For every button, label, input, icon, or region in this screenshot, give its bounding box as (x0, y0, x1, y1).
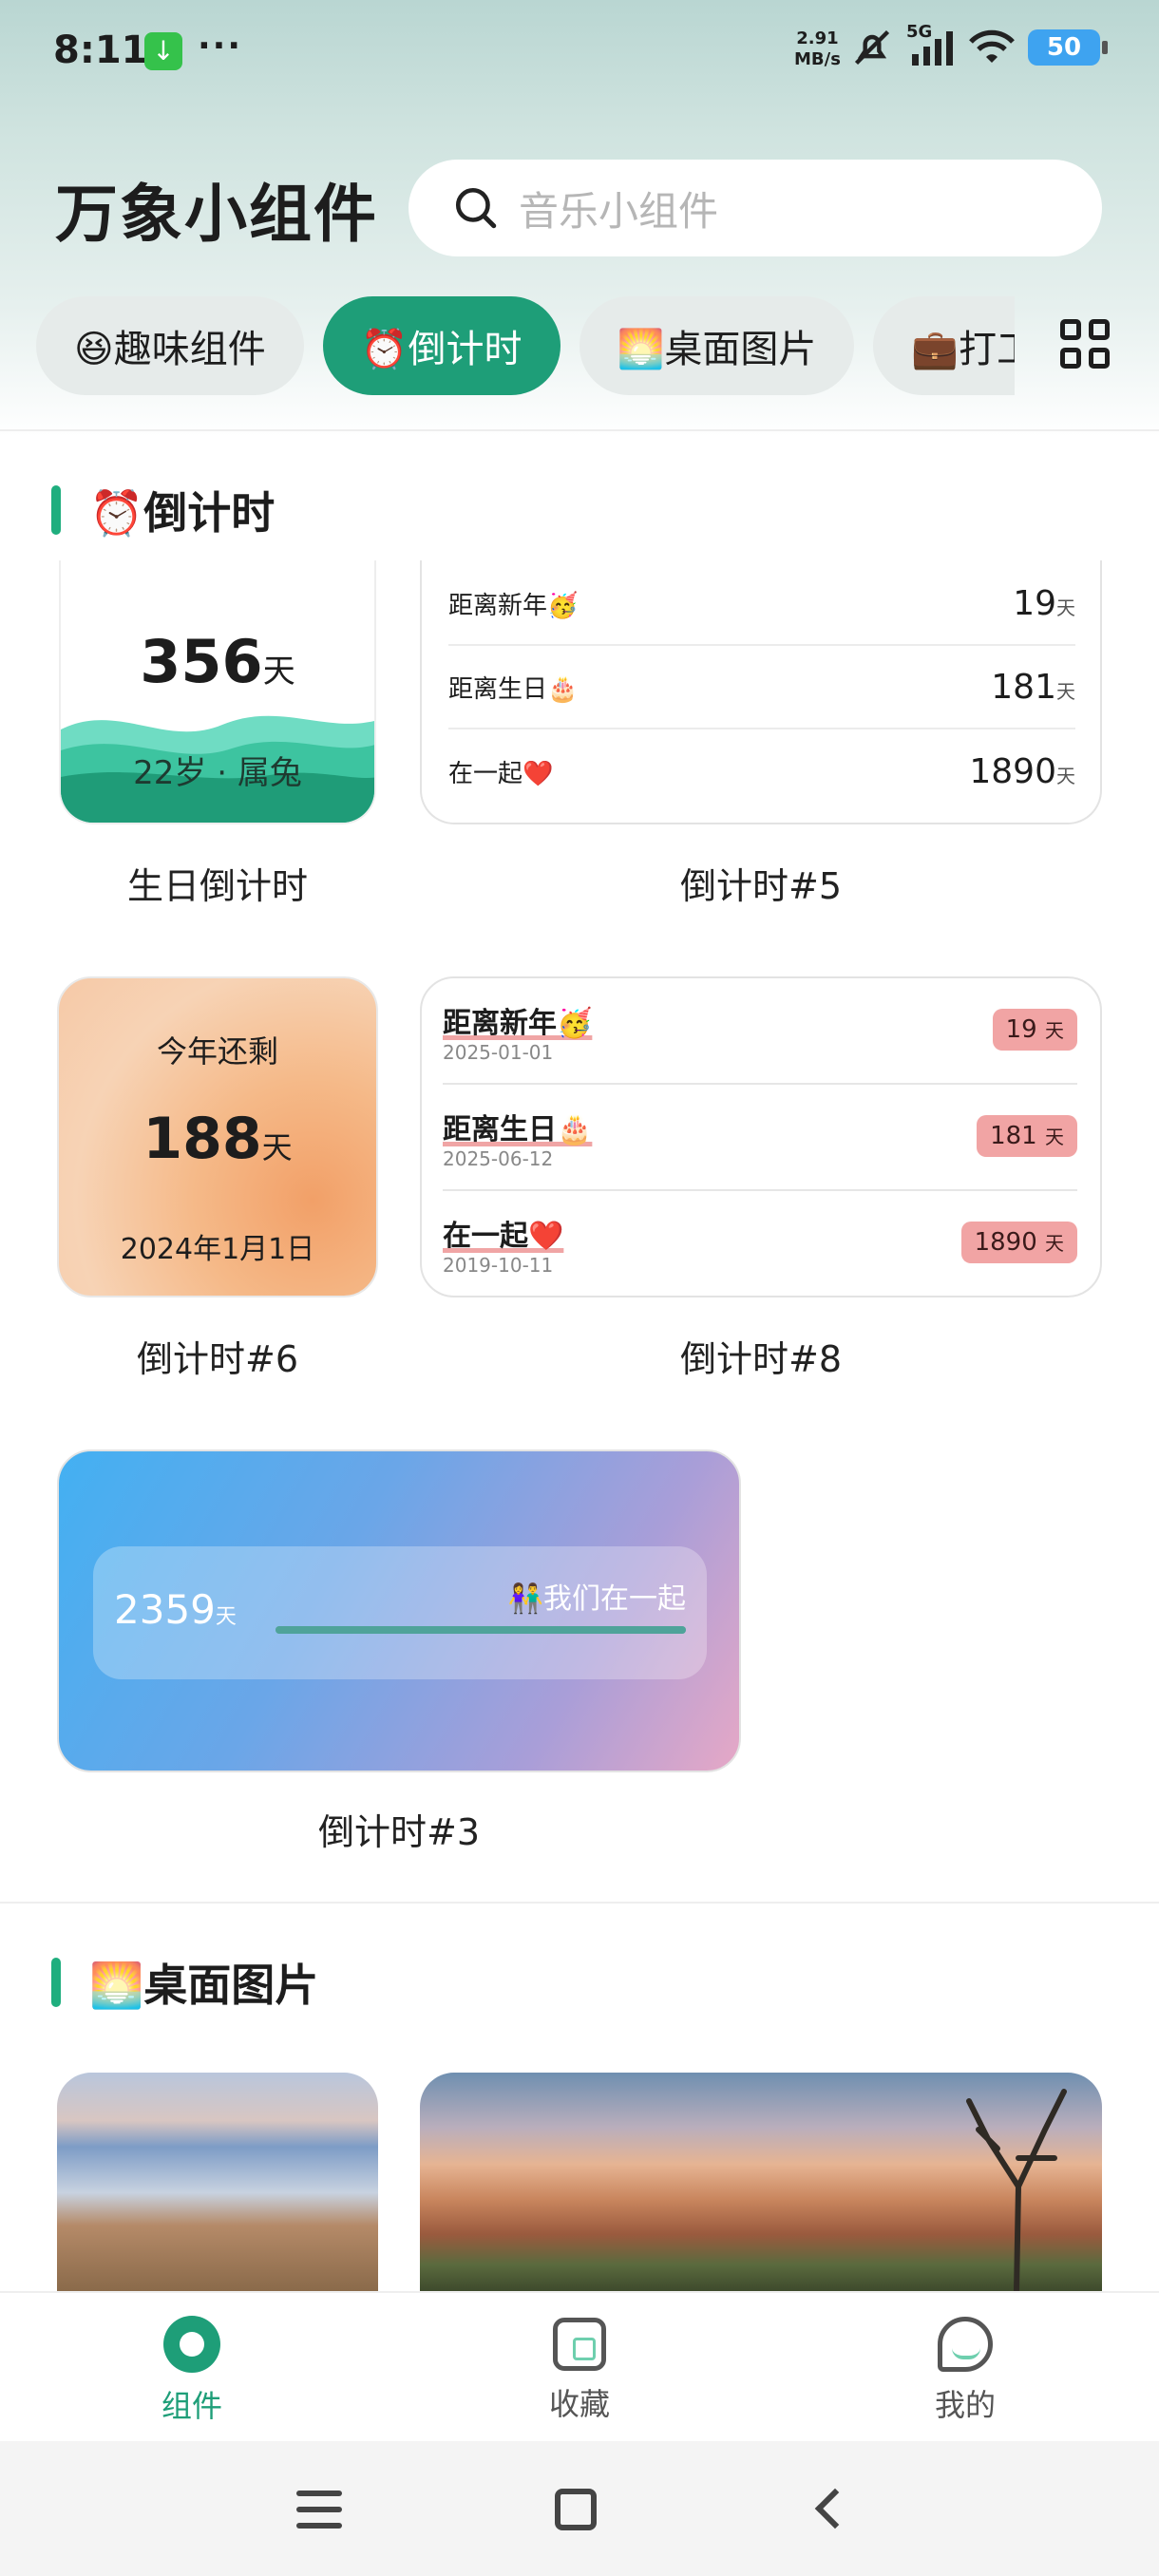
list-item: 在一起❤️ 2019-10-11 1890 天 (443, 1191, 1077, 1296)
tab-desktop-images[interactable]: 🌅桌面图片 (579, 296, 855, 395)
countdown-widget-8[interactable]: 距离新年🥳 2025-01-01 19 天 距离生日🎂 2025-06-12 1… (420, 976, 1102, 1297)
countdown-widget-3[interactable]: 2359天 👫我们在一起 (57, 1449, 741, 1772)
days-badge: 19 天 (992, 1009, 1077, 1051)
all-categories-grid-icon[interactable] (1060, 319, 1110, 369)
birthday-countdown-widget[interactable]: 356天 22岁 · 属兔 (59, 560, 376, 824)
together-label: 👫我们在一起 (507, 1582, 686, 1616)
bottom-navigation: 组件 收藏 我的 (0, 2291, 1159, 2441)
search-bar[interactable]: 音乐小组件 (408, 160, 1102, 256)
status-icons: 5G 50 (851, 22, 1108, 68)
list-item: 距离新年🥳 2025-01-01 19 天 (443, 978, 1077, 1085)
network-speed: 2.91 MB/s (794, 28, 841, 69)
countdown-widget-5[interactable]: 距离新年🥳 19天 距离生日🎂 181天 在一起❤️ 1890天 (420, 560, 1102, 824)
home-icon[interactable] (555, 2489, 597, 2530)
nav-item-profile[interactable]: 我的 (870, 2316, 1060, 2425)
wallpaper-thumbnail-mountain-clouds[interactable] (57, 2073, 378, 2291)
battery-icon: 50 (1028, 29, 1108, 66)
wallpaper-thumbnail-desert-canyon[interactable] (420, 2073, 1102, 2291)
together-days: 2359天 (114, 1586, 237, 1633)
progress-fill (276, 1626, 686, 1634)
countdown-widget-6[interactable]: 今年还剩 188天 2024年1月1日 (57, 976, 378, 1297)
dead-tree-silhouette (966, 2089, 1067, 2291)
widget-caption: 生日倒计时 (126, 865, 308, 907)
app-title: 万象小组件 (55, 178, 378, 251)
system-navigation-bar (0, 2441, 1159, 2576)
birthday-days: 356天 (140, 627, 295, 696)
back-icon[interactable] (814, 2488, 856, 2529)
search-icon (455, 187, 497, 229)
favorites-icon (553, 2318, 606, 2371)
divider (0, 1902, 1159, 1904)
status-time: 8:11 (53, 28, 148, 72)
wifi-icon (969, 29, 1015, 63)
nav-item-widgets[interactable]: 组件 (97, 2316, 287, 2426)
countdown-section-header: ⏰倒计时 (51, 479, 275, 541)
section-title: ⏰倒计时 (89, 487, 276, 539)
widget-caption: 倒计时#6 (136, 1338, 299, 1380)
section-title: 🌅桌面图片 (89, 1960, 319, 2011)
year-remaining-label: 今年还剩 (156, 1033, 278, 1070)
search-placeholder: 音乐小组件 (519, 187, 719, 235)
download-icon: ↓ (144, 32, 182, 70)
tab-fun-widgets[interactable]: 😆趣味组件 (36, 296, 304, 395)
list-item: 距离新年🥳 19天 (448, 562, 1075, 646)
divider (0, 429, 1159, 431)
widget-caption: 倒计时#8 (679, 1338, 843, 1380)
widget-inner-panel: 2359天 👫我们在一起 (93, 1546, 707, 1679)
list-item: 距离生日🎂 181天 (448, 646, 1075, 729)
progress-bar (276, 1626, 686, 1634)
menu-icon[interactable] (296, 2491, 342, 2529)
widget-icon (163, 2316, 220, 2373)
days-badge: 1890 天 (960, 1222, 1077, 1263)
nav-item-favorites[interactable]: 收藏 (484, 2316, 674, 2424)
profile-icon (938, 2317, 993, 2372)
year-remaining-days: 188天 (142, 1106, 293, 1172)
section-accent-bar (51, 1958, 61, 2007)
birthday-age-zodiac: 22岁 · 属兔 (133, 754, 302, 792)
days-badge: 181 天 (977, 1115, 1077, 1157)
tab-countdown[interactable]: ⏰倒计时 (322, 296, 560, 395)
list-item: 在一起❤️ 1890天 (448, 751, 1075, 791)
tab-work[interactable]: 💼打工 (873, 296, 1015, 395)
category-tabs: 😆趣味组件 ⏰倒计时 🌅桌面图片 💼打工 (36, 296, 1015, 395)
widget-date: 2024年1月1日 (120, 1233, 315, 1266)
list-item: 距离生日🎂 2025-06-12 181 天 (443, 1085, 1077, 1191)
status-bar: 8:11 ↓ ··· 2.91 MB/s 5G 50 (0, 0, 1159, 104)
mute-bell-icon (854, 29, 890, 66)
images-section-header: 🌅桌面图片 (51, 1951, 318, 2014)
widget-caption: 倒计时#5 (679, 865, 843, 907)
widget-caption: 倒计时#3 (317, 1811, 481, 1853)
more-notifications-icon: ··· (198, 27, 243, 66)
signal-icon: 5G (906, 22, 956, 67)
section-accent-bar (51, 485, 61, 535)
